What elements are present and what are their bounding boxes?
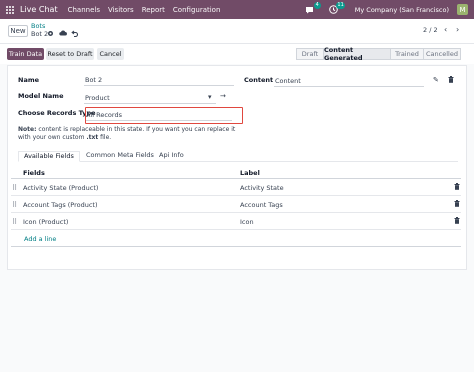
- app-name[interactable]: Live Chat: [20, 5, 58, 14]
- records-type-label: Choose Records Type: [18, 109, 96, 117]
- row-label: Activity State: [240, 184, 284, 192]
- drag-handle-icon[interactable]: ⠿: [12, 201, 17, 209]
- table-row[interactable]: ⠿ Account Tags (Product) Account Tags: [11, 196, 461, 213]
- undo-icon[interactable]: [71, 30, 79, 39]
- train-data-button[interactable]: Train Data: [7, 48, 44, 60]
- action-bar: Train Data Reset to Draft Cancel Draft C…: [0, 44, 474, 64]
- table-header: Fields Label: [11, 166, 461, 179]
- name-label: Name: [18, 76, 40, 84]
- menu-configuration[interactable]: Configuration: [173, 6, 220, 14]
- stage-content-generated[interactable]: Content Generated: [323, 46, 391, 62]
- name-field-underline: [84, 85, 234, 86]
- notebook-tabs: Available Fields Common Meta Fields Api …: [18, 150, 458, 162]
- drag-handle-icon[interactable]: ⠿: [12, 184, 17, 192]
- add-line-link[interactable]: Add a line: [24, 235, 56, 243]
- chat-icon[interactable]: 4: [305, 1, 321, 15]
- drag-handle-icon[interactable]: ⠿: [12, 218, 17, 226]
- gear-icon[interactable]: [47, 30, 54, 39]
- tab-common-meta-fields[interactable]: Common Meta Fields: [81, 151, 159, 162]
- reset-to-draft-button[interactable]: Reset to Draft: [46, 48, 94, 60]
- model-field[interactable]: Product: [85, 94, 110, 102]
- form-sheet: Name Bot 2 Model Name Product ▾ → Choose…: [7, 65, 467, 270]
- control-panel: New Bots Bot 2 2 / 2 ‹ ›: [0, 19, 474, 44]
- cancel-button[interactable]: Cancel: [97, 48, 124, 60]
- model-field-underline: [84, 103, 216, 104]
- app-menu-icon[interactable]: [6, 5, 14, 14]
- table-footer-divider: [11, 246, 461, 247]
- records-type-field[interactable]: All Records: [86, 111, 122, 119]
- menu-channels[interactable]: Channels: [68, 6, 100, 14]
- trash-icon[interactable]: [454, 217, 460, 226]
- pager-next-icon[interactable]: ›: [456, 25, 459, 34]
- pager-value[interactable]: 2 / 2: [423, 26, 438, 34]
- stage-cancelled[interactable]: Cancelled: [423, 48, 461, 60]
- note-end: file.: [98, 134, 112, 141]
- row-field: Account Tags (Product): [23, 201, 98, 209]
- activity-icon[interactable]: 11: [329, 1, 345, 15]
- row-label: Account Tags: [240, 201, 283, 209]
- note-body: content is replaceable in this state. If…: [18, 126, 236, 141]
- new-button[interactable]: New: [8, 25, 28, 37]
- user-avatar[interactable]: M: [457, 4, 468, 15]
- stage-draft[interactable]: Draft: [296, 48, 324, 60]
- top-navbar: Live Chat Channels Visitors Report Confi…: [0, 0, 474, 19]
- table-row[interactable]: ⠿ Activity State (Product) Activity Stat…: [11, 179, 461, 196]
- menu-report[interactable]: Report: [142, 6, 165, 14]
- pencil-icon[interactable]: ✎: [433, 76, 439, 84]
- company-switcher[interactable]: My Company (San Francisco): [355, 6, 449, 14]
- trash-icon[interactable]: [454, 200, 460, 209]
- cloud-upload-icon[interactable]: [59, 30, 67, 38]
- content-label: Content: [244, 76, 274, 84]
- name-field[interactable]: Bot 2: [85, 76, 102, 84]
- trash-icon[interactable]: [448, 76, 454, 85]
- menu-visitors[interactable]: Visitors: [108, 6, 134, 14]
- tab-available-fields[interactable]: Available Fields: [18, 151, 80, 162]
- records-type-underline: [86, 120, 232, 121]
- content-field-underline: [274, 86, 424, 87]
- chevron-down-icon[interactable]: ▾: [208, 93, 212, 101]
- pager-prev-icon[interactable]: ‹: [444, 25, 447, 34]
- content-field[interactable]: Content: [275, 77, 301, 85]
- column-label[interactable]: Label: [240, 169, 260, 177]
- column-fields[interactable]: Fields: [23, 169, 45, 177]
- stage-trained[interactable]: Trained: [390, 48, 424, 60]
- breadcrumb-parent[interactable]: Bots: [31, 22, 45, 30]
- activity-badge: 11: [336, 1, 345, 9]
- note-text: Note: content is replaceable in this sta…: [18, 126, 238, 142]
- status-bar: Draft Content Generated Trained Cancelle…: [296, 46, 461, 62]
- breadcrumb-current: Bot 2: [31, 30, 49, 38]
- table-row[interactable]: ⠿ Icon (Product) Icon: [11, 213, 461, 230]
- chat-badge: 4: [313, 1, 321, 9]
- note-extension: .txt: [86, 134, 99, 141]
- tab-api-info[interactable]: Api Info: [154, 151, 189, 162]
- row-field: Activity State (Product): [23, 184, 99, 192]
- trash-icon[interactable]: [454, 183, 460, 192]
- note-label: Note:: [18, 126, 37, 133]
- row-field: Icon (Product): [23, 218, 69, 226]
- arrow-right-icon[interactable]: →: [220, 92, 226, 100]
- row-label: Icon: [240, 218, 254, 226]
- model-label: Model Name: [18, 92, 64, 100]
